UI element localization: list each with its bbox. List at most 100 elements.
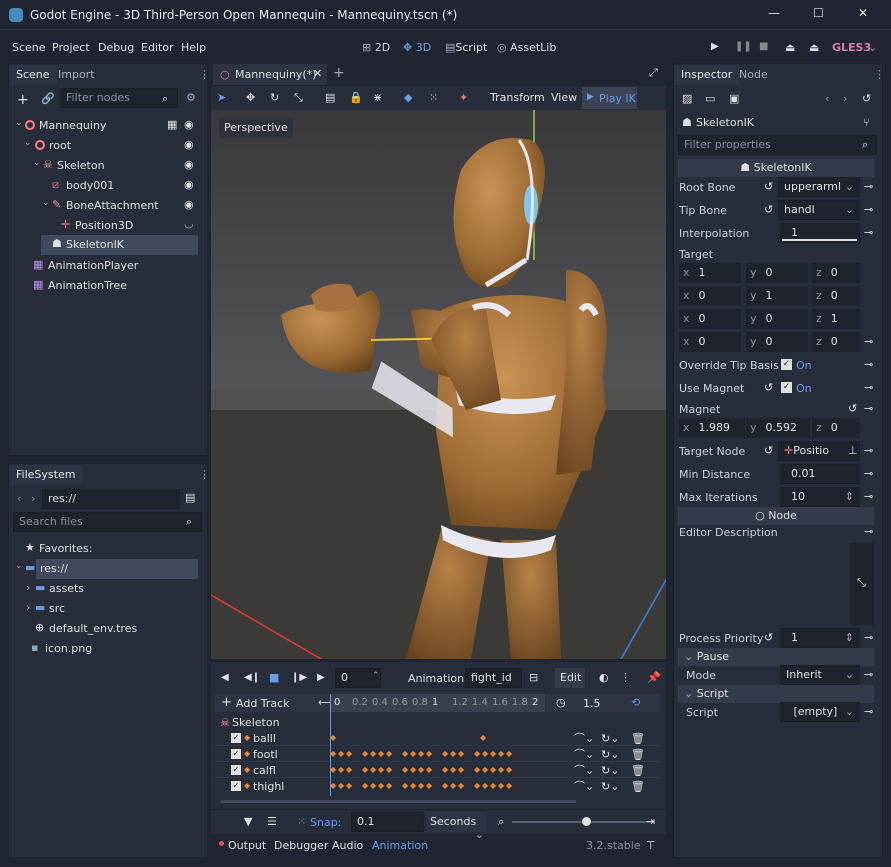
folder-src[interactable]: › ▬ src xyxy=(9,599,207,619)
keyframe-marker[interactable]: ◆ xyxy=(370,766,376,774)
tree-item-skeleton[interactable]: ⌄ ☠ Skeleton ◉ xyxy=(9,156,207,176)
keyframe-marker[interactable]: ◆ xyxy=(378,766,384,774)
keyframe-marker[interactable]: ◆ xyxy=(378,750,384,758)
keyframe-marker[interactable]: ◆ xyxy=(370,782,376,790)
menu-debug[interactable]: Debug xyxy=(98,41,134,54)
target-ox[interactable]: x0 xyxy=(679,332,741,352)
play-icon[interactable]: ▶ xyxy=(317,673,325,683)
target-zz[interactable]: z1 xyxy=(812,309,860,329)
keyframe-marker[interactable]: ◆ xyxy=(346,750,352,758)
snap-icon[interactable]: ⁙ xyxy=(297,816,306,827)
keyframe-marker[interactable]: ◆ xyxy=(482,782,488,790)
scale-tool-icon[interactable]: ⤡ xyxy=(294,92,303,103)
collapse-icon[interactable]: ⌄ xyxy=(24,139,32,148)
onion-options-icon[interactable]: ⋮ xyxy=(620,672,631,683)
workspace-2d[interactable]: ⊞ 2D xyxy=(362,41,390,54)
res-root-item[interactable]: ⌄ ▬ res:// xyxy=(9,559,207,579)
keyframe-area[interactable]: ◆ ◆ ◆ ◆ ◆ ◆ ◆ ◆ ◆ ◆ ◆ ◆ ◆ ◆ ◆ ◆ ◆ ◆ ◆ ◆ ◆ ◆ ◆ ◆ ◆ ◆ ◆ ◆ ◆ ◆ ◆ ◆ ◆ ◆ ◆ ◆ ◆ ◆ ◆ ◆… xyxy=(330,730,545,794)
new-resource-icon[interactable]: ▨ xyxy=(682,93,692,104)
renderer-label[interactable]: GLES3 xyxy=(832,41,871,54)
folder-assets[interactable]: › ▬ assets xyxy=(9,579,207,599)
visibility-eye-icon[interactable]: ◉ xyxy=(184,159,194,170)
visibility-eye-icon[interactable]: ◉ xyxy=(184,139,194,150)
loop-mode-icon[interactable]: ↻⌄ xyxy=(601,781,619,792)
interp-icon[interactable]: ⌒⌄ xyxy=(574,749,594,760)
keyframe-marker[interactable]: ◆ xyxy=(506,766,512,774)
trash-icon[interactable]: 🗑 xyxy=(631,765,645,776)
keyframe-marker[interactable]: ◆ xyxy=(386,766,392,774)
snap-icon[interactable]: ⁙ xyxy=(429,92,438,103)
distraction-free-icon[interactable]: ⤢ xyxy=(649,67,658,78)
loop-mode-icon[interactable]: ↻⌄ xyxy=(601,765,619,776)
filter-properties-input[interactable]: Filter properties xyxy=(678,135,877,155)
keyframe-marker[interactable]: ◆ xyxy=(338,750,344,758)
target-oz[interactable]: z0 xyxy=(812,332,860,352)
keyframe-marker[interactable]: ◆ xyxy=(506,782,512,790)
root-bone-field[interactable]: upperarml ⌄ xyxy=(778,177,860,197)
file-default-env[interactable]: ⊕ default_env.tres xyxy=(9,619,207,639)
object-properties-icon[interactable]: ⑂ xyxy=(863,117,870,128)
interp-icon[interactable]: ⌒⌄ xyxy=(574,765,594,776)
maximize-button[interactable]: ☐ xyxy=(813,6,824,20)
keyframe-marker[interactable]: ◆ xyxy=(490,766,496,774)
forward-icon[interactable]: › xyxy=(31,493,35,504)
keyframe-marker[interactable]: ◆ xyxy=(402,766,408,774)
script-section[interactable]: ⌄ Script xyxy=(678,685,874,703)
keyframe-marker[interactable]: ◆ xyxy=(402,782,408,790)
keyframe-key-icon[interactable]: ⊸ xyxy=(864,359,873,370)
editor-description-field[interactable]: ⤡ xyxy=(850,543,874,625)
visibility-eye-icon[interactable]: ◉ xyxy=(184,179,194,190)
lock-icon[interactable]: 🔒 xyxy=(349,92,363,103)
loop-icon[interactable]: ⟲ xyxy=(631,697,640,708)
edit-button[interactable]: Edit xyxy=(555,668,585,688)
renderer-dropdown-icon[interactable]: ⌄ xyxy=(868,41,877,54)
search-files-input[interactable]: Search files xyxy=(13,512,202,532)
visibility-eye-icon[interactable]: ◉ xyxy=(184,119,194,130)
keyframe-marker[interactable]: ◆ xyxy=(386,750,392,758)
keyframe-marker[interactable]: ◆ xyxy=(482,766,488,774)
magnet-x[interactable]: x 1.989 xyxy=(679,418,745,438)
instance-icon[interactable]: ▦ xyxy=(167,119,177,130)
interp-icon[interactable]: ⌒⌄ xyxy=(574,781,594,792)
autoplay-icon[interactable]: ⊟ xyxy=(529,672,538,683)
filter-icon[interactable]: ▼ xyxy=(244,816,252,827)
open-resource-icon[interactable]: ▭ xyxy=(705,93,715,104)
play-backwards-icon[interactable]: ◀❙ xyxy=(244,673,260,683)
hidden-eye-icon[interactable]: ◡ xyxy=(184,218,194,229)
tree-item-animationtree[interactable]: ▦ AnimationTree xyxy=(9,276,207,296)
keyframe-marker[interactable]: ◆ xyxy=(418,750,424,758)
perspective-menu[interactable]: Perspective xyxy=(219,118,293,138)
keyframe-key-icon[interactable]: ⊸ xyxy=(864,181,873,192)
keyframe-marker[interactable]: ◆ xyxy=(480,734,486,742)
more-icon[interactable]: ⋮ xyxy=(874,69,885,80)
panel-toggle-icon[interactable]: ⊤ xyxy=(646,840,656,851)
checkbox-checked-icon[interactable]: ✓ xyxy=(781,359,792,370)
transform-menu[interactable]: Transform xyxy=(490,91,545,104)
keyframe-key-icon[interactable]: ⊸ xyxy=(864,632,873,643)
select-tool-icon[interactable]: ➤ xyxy=(217,92,226,103)
tab-import[interactable]: Import xyxy=(51,65,102,85)
minimize-button[interactable]: — xyxy=(768,6,780,20)
keyframe-marker[interactable]: ◆ xyxy=(474,782,480,790)
group-icon[interactable]: ⋇ xyxy=(373,92,382,103)
workspace-assetlib[interactable]: ◎ AssetLib xyxy=(497,41,556,54)
keyframe-marker[interactable]: ◆ xyxy=(362,750,368,758)
keyframe-marker[interactable]: ◆ xyxy=(474,766,480,774)
snap-mode-select[interactable]: Seconds ⌄ xyxy=(427,812,487,841)
menu-help[interactable]: Help xyxy=(181,41,206,54)
revert-icon[interactable]: ↺ xyxy=(848,403,857,414)
playhead[interactable] xyxy=(330,694,331,796)
checkbox-icon[interactable]: ✓ xyxy=(231,781,241,791)
target-yz[interactable]: z0 xyxy=(812,286,860,306)
keyframe-marker[interactable]: ◆ xyxy=(418,782,424,790)
target-zy[interactable]: y0 xyxy=(746,309,808,329)
keyframe-key-icon[interactable]: ⊸ xyxy=(864,491,873,502)
keyframe-marker[interactable]: ◆ xyxy=(410,766,416,774)
save-resource-icon[interactable]: ▣ xyxy=(729,93,739,104)
path-input[interactable]: res:// xyxy=(42,489,180,509)
expand-icon[interactable]: › xyxy=(26,602,30,613)
new-tab-icon[interactable]: + xyxy=(333,66,345,80)
keyframe-marker[interactable]: ◆ xyxy=(458,766,464,774)
add-icon[interactable]: + xyxy=(221,696,232,709)
pin-icon[interactable]: 📌 xyxy=(647,672,661,683)
